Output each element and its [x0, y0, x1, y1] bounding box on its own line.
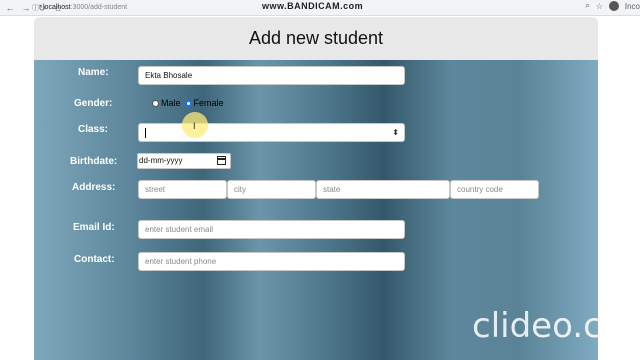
street-placeholder: street [145, 185, 166, 194]
page-header: Add new student [34, 17, 598, 60]
gender-female-label: Female [193, 98, 224, 108]
select-arrows-icon: ⬍ [392, 128, 399, 137]
country-code-input[interactable]: country code [450, 180, 539, 199]
gender-male-radio[interactable] [152, 99, 159, 107]
text-cursor [145, 127, 146, 138]
mouse-pointer-icon: I [193, 121, 196, 131]
class-select[interactable]: ⬍ [138, 123, 405, 142]
birthdate-input[interactable]: dd-mm-yyyy [137, 153, 231, 169]
email-label: Email Id: [73, 222, 115, 233]
calendar-icon[interactable] [217, 156, 226, 165]
url-path: :3000/add-student [70, 4, 128, 11]
recorder-watermark: www.BANDICAM.com [262, 1, 364, 11]
contact-label: Contact: [74, 254, 115, 265]
contact-placeholder: enter student phone [145, 257, 217, 266]
forward-icon[interactable]: → [20, 2, 32, 14]
contact-input[interactable]: enter student phone [138, 252, 405, 271]
info-icon[interactable]: ⓘ [32, 3, 39, 13]
star-icon[interactable]: ☆ [596, 2, 603, 11]
gender-female-radio[interactable] [184, 99, 192, 107]
name-input[interactable]: Ekta Bhosale [138, 66, 405, 85]
city-input[interactable]: city [227, 180, 316, 199]
avatar[interactable] [608, 1, 619, 11]
class-label: Class: [78, 124, 109, 135]
country-code-placeholder: country code [457, 185, 503, 194]
name-value: Ekta Bhosale [145, 71, 193, 80]
email-input[interactable]: enter student email [138, 220, 405, 239]
address-label: Address: [72, 182, 116, 193]
email-placeholder: enter student email [145, 225, 214, 234]
street-input[interactable]: street [138, 180, 227, 199]
video-watermark: clideo.com [472, 306, 640, 346]
page-title: Add new student [248, 28, 384, 48]
profile-label: Inco [624, 1, 640, 11]
city-placeholder: city [234, 185, 246, 194]
state-input[interactable]: state [316, 180, 450, 199]
gender-male-label: Male [161, 98, 181, 108]
back-icon[interactable]: ← [4, 2, 16, 14]
url-host: localhost [43, 4, 71, 11]
gender-radio-group: Male Female [152, 98, 224, 108]
browser-actions: ⌕ ☆ Inco [579, 1, 640, 11]
state-placeholder: state [323, 185, 341, 194]
gender-label: Gender: [74, 98, 113, 109]
search-icon[interactable]: ⌕ [585, 1, 589, 11]
birthdate-value: dd-mm-yyyy [139, 156, 183, 165]
name-label: Name: [78, 67, 109, 78]
birthdate-label: Birthdate: [70, 156, 118, 167]
